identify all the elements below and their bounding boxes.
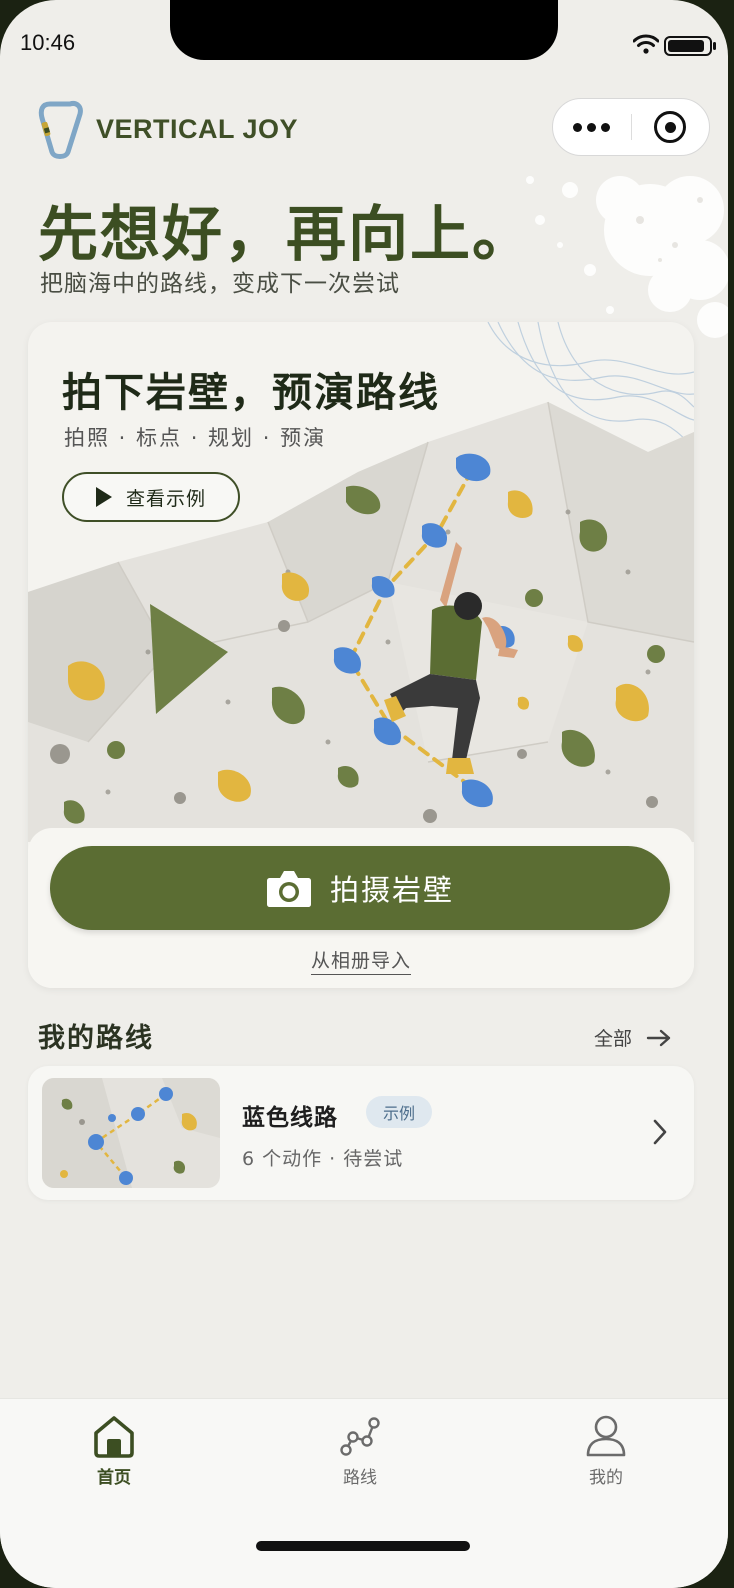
shoot-wall-button[interactable]: 拍摄岩壁: [50, 846, 670, 930]
route-meta: 6 个动作 · 待尝试: [242, 1148, 404, 1170]
battery-level: [668, 40, 704, 52]
carabiner-logo-icon: [38, 101, 83, 159]
hero-subline: 把脑海中的路线，变成下一次尝试: [40, 271, 400, 297]
tab-routes[interactable]: 路线: [300, 1413, 420, 1488]
card-actions: 拍摄岩壁 从相册导入: [28, 828, 694, 988]
tab-routes-label: 路线: [343, 1468, 377, 1488]
route-name: 蓝色线路: [242, 1105, 338, 1131]
user-icon: [586, 1415, 626, 1457]
wifi-icon: [633, 34, 659, 54]
my-routes-title: 我的路线: [38, 1023, 154, 1054]
home-icon: [94, 1416, 134, 1458]
camera-notch: [170, 0, 558, 60]
import-from-album-label: 从相册导入: [310, 950, 411, 975]
status-bar: 10:46: [0, 0, 728, 90]
shoot-wall-label: 拍摄岩壁: [329, 873, 454, 907]
brand-header: VERTICAL JOY: [38, 98, 298, 160]
route-thumbnail: [42, 1078, 220, 1188]
tab-home[interactable]: 首页: [54, 1413, 174, 1488]
mini-program-capsule: [552, 98, 710, 156]
shoot-wall-card: 拍下岩壁，预演路线 拍照 · 标点 · 规划 · 预演 查看示例 拍摄岩壁 从相…: [28, 322, 694, 988]
card-steps: 拍照 · 标点 · 规划 · 预演: [64, 426, 327, 450]
card-title: 拍下岩壁，预演路线: [62, 370, 440, 416]
more-options-button[interactable]: [553, 99, 631, 155]
tab-profile[interactable]: 我的: [546, 1413, 666, 1488]
chevron-right-icon: [653, 1119, 667, 1145]
view-example-label: 查看示例: [125, 487, 206, 510]
tab-profile-label: 我的: [589, 1468, 623, 1488]
arrow-right-icon: [646, 1029, 671, 1046]
example-tag-badge: 示例: [366, 1096, 432, 1128]
view-all-label: 全部: [594, 1028, 633, 1050]
hero-headline: 先想好，再向上。: [38, 200, 534, 270]
route-card[interactable]: 蓝色线路 示例 6 个动作 · 待尝试: [28, 1066, 694, 1200]
view-all-routes-link[interactable]: 全部: [594, 1024, 672, 1051]
battery-icon: [664, 36, 716, 56]
phone-screen: 10:46 VERTICAL JOY 先想好，再向上。 把脑海中的路线，变成下一…: [0, 0, 728, 1588]
tab-bar: 首页 路线 我的: [0, 1398, 728, 1588]
play-icon: [95, 487, 112, 507]
camera-icon: [266, 871, 311, 907]
brand-name: VERTICAL JOY: [96, 113, 299, 144]
import-from-album-link[interactable]: 从相册导入: [28, 946, 694, 975]
home-indicator: [256, 1541, 470, 1551]
close-mini-program-button[interactable]: [632, 99, 710, 155]
view-example-button[interactable]: 查看示例: [62, 472, 240, 522]
status-time: 10:46: [20, 30, 76, 55]
tab-home-label: 首页: [97, 1468, 131, 1488]
route-icon: [340, 1417, 380, 1456]
target-icon: [654, 111, 687, 143]
